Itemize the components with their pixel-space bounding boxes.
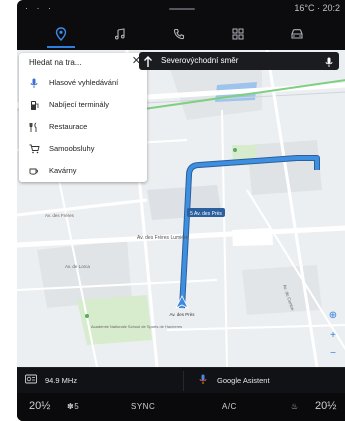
pull-down-handle[interactable] [169,8,195,10]
compass-icon: ⊕ [328,309,338,321]
nav-tab-phone[interactable] [159,17,199,50]
shopping-cart-icon [28,143,40,155]
fan-level: 5 [74,402,80,411]
arrow-up-icon [143,55,153,73]
nav-tab-navigation[interactable] [41,17,81,50]
street-label: Av. des Frères [45,213,75,218]
street-label: Av. de Lorca [65,264,90,269]
search-query[interactable]: Hledat na tra... [29,58,81,67]
menu-item-groceries[interactable]: Samoobsluhy [19,138,147,160]
direction-banner[interactable]: Severovýchodní směr [139,52,339,70]
seat-heat-icon[interactable]: ♨ [291,402,299,411]
nav-tab-vehicle[interactable] [277,17,317,50]
fan-control[interactable]: ✽5 [67,402,79,411]
menu-item-charging[interactable]: Nabíjecí terminály [19,94,147,116]
status-clock: 16°C · 20:2 [294,3,340,13]
menu-item-label: Hlasové vyhledávání [49,78,119,87]
sync-button[interactable]: SYNC [131,402,155,411]
menu-item-label: Restaurace [49,122,88,131]
status-icons: · · · [25,3,54,13]
radio-frequency: 94.9 MHz [45,375,78,385]
current-street-label: Av. des Près [169,312,195,317]
car-icon [291,28,303,39]
music-note-icon [114,27,125,39]
assistant-widget[interactable]: Google Asistent [199,374,270,387]
passenger-temperature[interactable]: 20½ [315,400,336,412]
microphone-icon [199,374,207,387]
assistant-label: Google Asistent [217,376,270,385]
temperature-readout: 16°C [294,3,315,13]
direction-text: Severovýchodní směr [161,56,239,65]
search-input[interactable]: Hledat na tra... ✕ [19,53,147,73]
nav-tab-apps[interactable] [218,17,258,50]
microphone-icon[interactable] [325,55,333,73]
status-bar: · · · 16°C · 20:2 [17,0,345,17]
charging-station-icon [28,99,40,111]
grid-icon [232,28,244,39]
menu-item-label: Nabíjecí terminály [49,100,110,109]
minus-icon: − [330,347,336,359]
divider [183,371,184,391]
ac-button[interactable]: A/C [222,402,237,411]
poi-label: Académie Nationale School de Sports de H… [91,324,182,329]
menu-item-restaurants[interactable]: Restaurace [19,116,147,138]
radio-icon [25,374,37,386]
zoom-in-button[interactable]: + [326,328,340,342]
driver-temperature[interactable]: 20½ [29,400,50,412]
street-label: Av. des Frères Lumière [137,235,189,241]
menu-item-label: Samoobsluhy [49,144,95,153]
time-readout: 20:2 [322,3,340,13]
recenter-button[interactable]: ⊕ [326,308,340,322]
radio-widget[interactable]: 94.9 MHz [25,374,77,386]
menu-item-label: Kavárny [49,166,77,175]
nav-tab-music[interactable] [100,17,140,50]
location-pin-icon [55,26,67,41]
microphone-icon [28,77,40,89]
plus-icon: + [330,329,336,341]
search-panel: Hledat na tra... ✕ Hlasové vyhledávání N… [19,53,147,182]
infotainment-screen: · · · 16°C · 20:2 5 Av. des Près Av. des… [17,0,345,421]
restaurant-icon [28,121,40,133]
menu-item-voice-search[interactable]: Hlasové vyhledávání [19,72,147,94]
climate-bar: 20½ ✽5 SYNC A/C ♨ 20½ [17,393,345,421]
zoom-out-button[interactable]: − [326,346,340,360]
top-navigation [17,17,345,50]
route-label: 5 Av. des Près [190,211,222,217]
coffee-cup-icon [28,165,40,177]
menu-item-cafes[interactable]: Kavárny [19,160,147,182]
phone-icon [173,28,185,39]
media-bar: 94.9 MHz Google Asistent [17,367,345,393]
